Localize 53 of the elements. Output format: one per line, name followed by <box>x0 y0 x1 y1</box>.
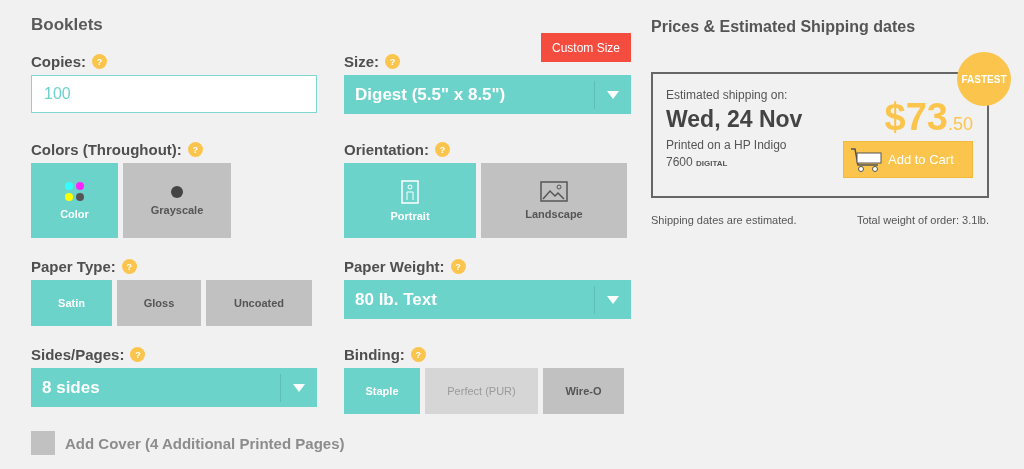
panel-title: Prices & Estimated Shipping dates <box>651 18 917 37</box>
option-tile[interactable]: Portrait <box>344 163 476 238</box>
dropdown-caret-icon <box>607 90 619 99</box>
copies-input[interactable]: 100 <box>31 75 317 113</box>
dropdown-select[interactable]: 80 lb. Text <box>344 280 631 319</box>
order-weight: Total weight of order: 3.1lb. <box>856 214 989 226</box>
checkbox[interactable] <box>31 431 55 455</box>
option-tile[interactable]: Color <box>31 163 118 238</box>
checkbox-label[interactable]: Add Cover (4 Additional Printed Pages) <box>65 434 345 452</box>
field-label: Paper Type: <box>31 258 116 275</box>
fastest-badge: FASTEST <box>957 52 1011 106</box>
dropdown-select[interactable]: 8 sides <box>31 368 317 407</box>
section-title: Booklets <box>31 14 104 36</box>
help-icon[interactable]: ? <box>92 54 107 69</box>
dropdown-select[interactable]: Digest (5.5" x 8.5") <box>344 75 631 114</box>
field-label: Size: <box>344 53 379 70</box>
help-icon[interactable]: ? <box>385 54 400 69</box>
shipping-date: Wed, 24 Nov <box>666 106 803 133</box>
add-to-cart-button[interactable]: Add to Cart <box>843 141 973 178</box>
help-icon[interactable]: ? <box>450 259 466 274</box>
landscape-picture-icon <box>540 181 568 202</box>
portrait-icon <box>401 179 419 204</box>
printer-model: 7600 <box>666 155 693 169</box>
price: $73 <box>884 96 948 139</box>
field-label: Paper Weight: <box>344 258 445 275</box>
option-button[interactable]: Satin <box>31 280 112 326</box>
help-icon[interactable]: ? <box>187 142 203 157</box>
help-icon[interactable]: ? <box>121 259 137 274</box>
dot-icon <box>171 185 183 198</box>
dropdown-caret-icon <box>607 295 619 304</box>
option-button[interactable]: Gloss <box>117 280 201 326</box>
option-tile[interactable]: Grayscale <box>123 163 231 238</box>
ink-dots-icon <box>64 181 85 202</box>
printer-text: Printed on a HP Indigo <box>666 138 787 152</box>
dropdown-caret-icon <box>293 383 305 392</box>
option-button[interactable]: Uncoated <box>206 280 312 326</box>
field-label: Colors (Throughout): <box>31 141 182 158</box>
help-icon[interactable]: ? <box>410 347 426 362</box>
field-label: Copies: <box>31 53 86 70</box>
shipping-note: Shipping dates are estimated. <box>651 214 797 226</box>
field-label: Binding: <box>344 346 405 363</box>
price-cents: .50 <box>947 114 973 135</box>
printer-type: DIGITAL <box>696 159 728 168</box>
custom-size-button[interactable]: Custom Size <box>540 33 631 62</box>
help-icon[interactable]: ? <box>435 142 450 157</box>
shipping-label: Estimated shipping on: <box>666 88 789 102</box>
field-label: Orientation: <box>344 141 429 158</box>
cart-icon <box>850 146 884 173</box>
option-button[interactable]: Wire-O <box>543 368 624 414</box>
field-label: Sides/Pages: <box>31 346 125 363</box>
option-button[interactable]: Staple <box>344 368 420 414</box>
help-icon[interactable]: ? <box>130 347 146 362</box>
option-tile[interactable]: Landscape <box>481 163 627 238</box>
